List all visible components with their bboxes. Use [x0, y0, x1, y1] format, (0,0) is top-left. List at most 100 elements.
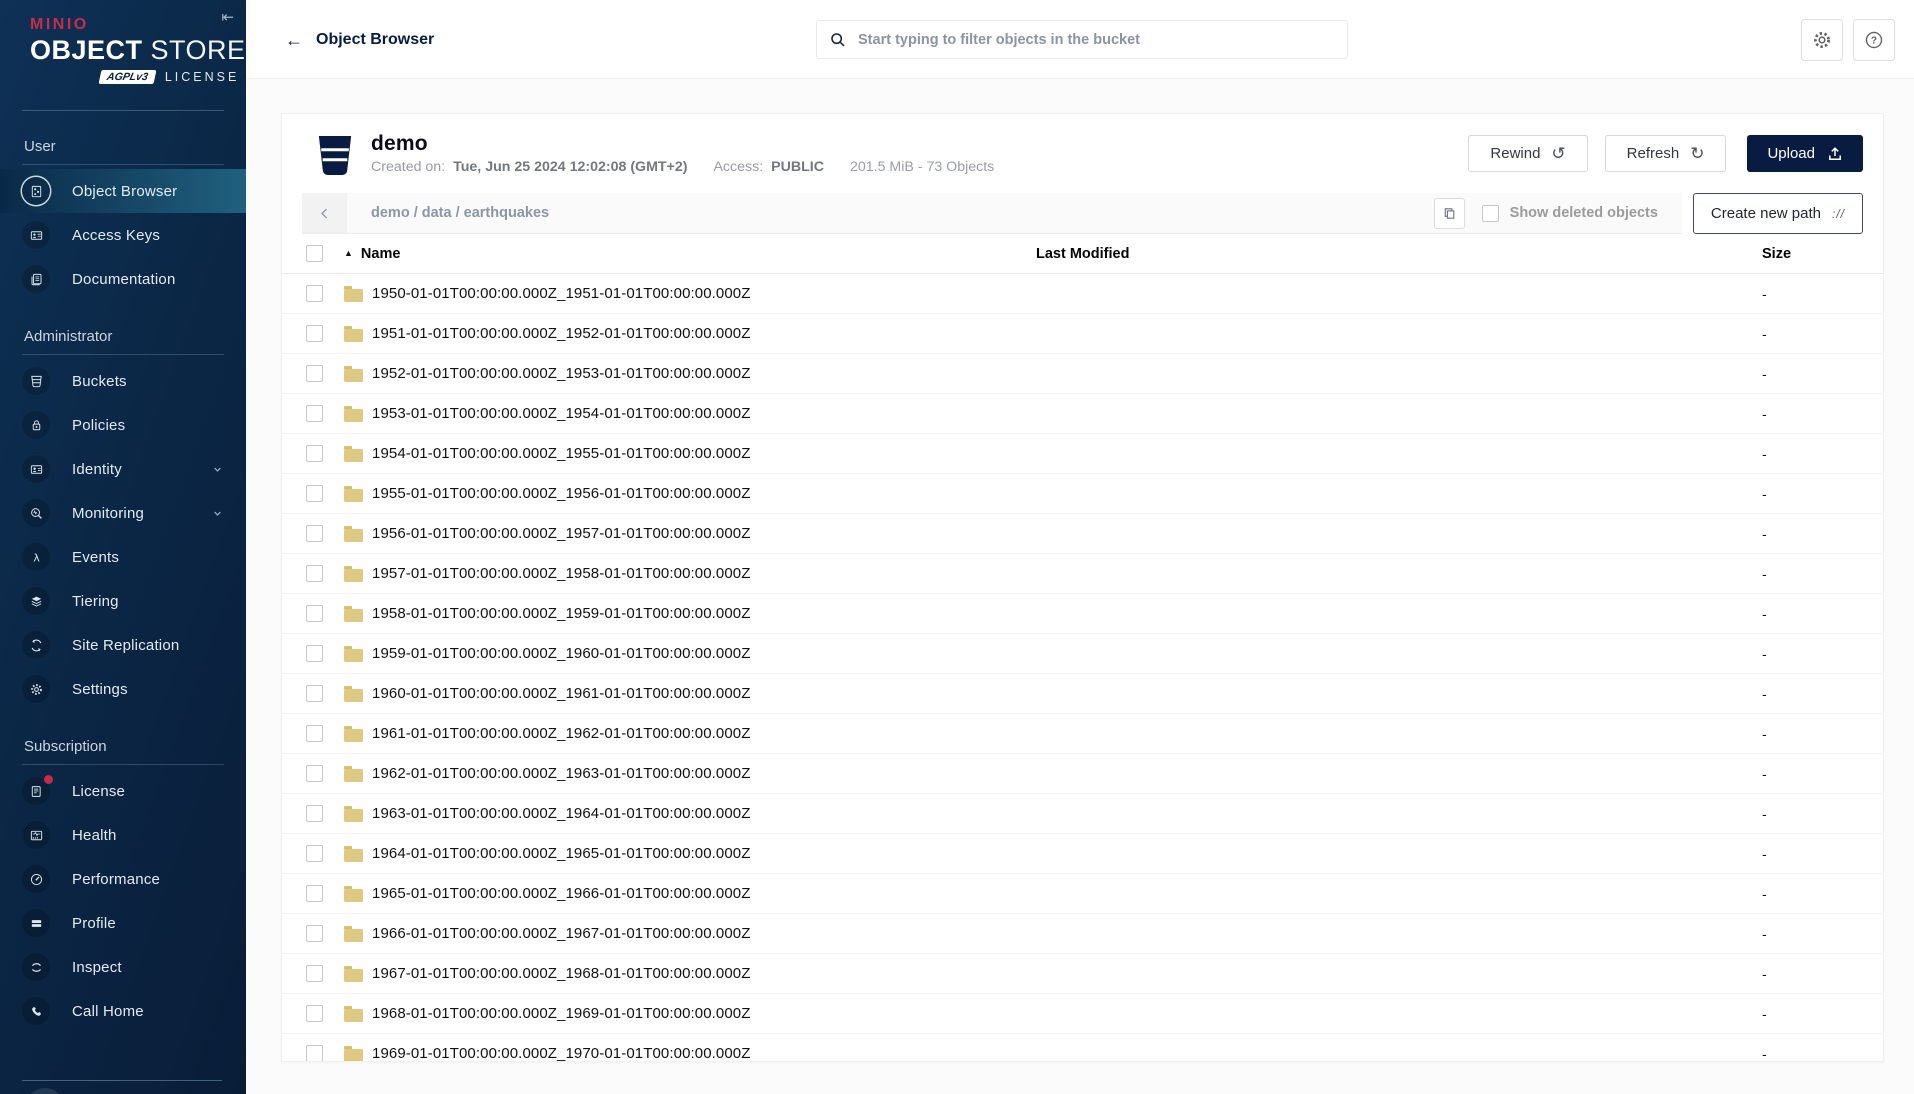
profile-icon	[22, 909, 50, 937]
row-checkbox[interactable]	[306, 1045, 323, 1062]
row-checkbox[interactable]	[306, 645, 323, 662]
refresh-button[interactable]: Refresh ↻	[1605, 135, 1727, 172]
folder-icon	[344, 409, 363, 422]
row-checkbox[interactable]	[306, 765, 323, 782]
sidebar-item-profile[interactable]: Profile	[0, 901, 246, 945]
name-column-header[interactable]: ▲ Name	[344, 246, 1036, 262]
breadcrumb[interactable]: demo / data / earthquakes	[347, 205, 1434, 221]
divider	[22, 110, 224, 111]
product-wordmark: OBJECT STORE	[30, 35, 246, 66]
row-checkbox[interactable]	[306, 285, 323, 302]
object-link[interactable]: 1962-01-01T00:00:00.000Z_1963-01-01T00:0…	[344, 765, 1036, 782]
object-link[interactable]: 1954-01-01T00:00:00.000Z_1955-01-01T00:0…	[344, 445, 1036, 462]
upload-button[interactable]: Upload	[1747, 135, 1863, 172]
object-link[interactable]: 1959-01-01T00:00:00.000Z_1960-01-01T00:0…	[344, 645, 1036, 662]
sidebar-item-license[interactable]: License	[0, 769, 246, 813]
sidebar-item-inspect[interactable]: Inspect	[0, 945, 246, 989]
sidebar-item-identity[interactable]: Identity	[0, 447, 246, 491]
divider	[22, 1080, 222, 1081]
table-row: 1951-01-01T00:00:00.000Z_1952-01-01T00:0…	[282, 314, 1883, 354]
row-checkbox[interactable]	[306, 405, 323, 422]
object-link[interactable]: 1966-01-01T00:00:00.000Z_1967-01-01T00:0…	[344, 925, 1036, 942]
sidebar-item-call-home[interactable]: Call Home	[0, 989, 246, 1033]
object-link[interactable]: 1965-01-01T00:00:00.000Z_1966-01-01T00:0…	[344, 885, 1036, 902]
object-link[interactable]: 1968-01-01T00:00:00.000Z_1969-01-01T00:0…	[344, 1005, 1036, 1022]
object-link[interactable]: 1953-01-01T00:00:00.000Z_1954-01-01T00:0…	[344, 405, 1036, 422]
sidebar-item-monitoring[interactable]: Monitoring	[0, 491, 246, 535]
bucket-usage: 201.5 MiB - 73 Objects	[850, 159, 994, 175]
row-checkbox[interactable]	[306, 965, 323, 982]
object-name: 1958-01-01T00:00:00.000Z_1959-01-01T00:0…	[372, 605, 751, 622]
sidebar-item-events[interactable]: λ Events	[0, 535, 246, 579]
object-link[interactable]: 1960-01-01T00:00:00.000Z_1961-01-01T00:0…	[344, 685, 1036, 702]
row-checkbox[interactable]	[306, 845, 323, 862]
row-checkbox[interactable]	[306, 885, 323, 902]
help-button[interactable]: ?	[1853, 19, 1895, 61]
row-checkbox[interactable]	[306, 605, 323, 622]
object-link[interactable]: 1952-01-01T00:00:00.000Z_1953-01-01T00:0…	[344, 365, 1036, 382]
row-checkbox[interactable]	[306, 805, 323, 822]
product-bold: OBJECT	[30, 35, 143, 65]
object-link[interactable]: 1950-01-01T00:00:00.000Z_1951-01-01T00:0…	[344, 285, 1036, 302]
folder-icon	[344, 1049, 363, 1062]
copy-path-button[interactable]	[1434, 198, 1465, 229]
object-size: -	[1747, 446, 1883, 462]
row-checkbox[interactable]	[306, 925, 323, 942]
access-keys-icon	[22, 221, 50, 249]
folder-icon	[344, 289, 363, 302]
sidebar-item-tiering[interactable]: Tiering	[0, 579, 246, 623]
sidebar-item-access-keys[interactable]: Access Keys	[0, 213, 246, 257]
object-link[interactable]: 1963-01-01T00:00:00.000Z_1964-01-01T00:0…	[344, 805, 1036, 822]
access-value[interactable]: PUBLIC	[771, 159, 824, 175]
row-checkbox[interactable]	[306, 445, 323, 462]
create-new-path-button[interactable]: Create new path ://	[1693, 193, 1863, 234]
object-link[interactable]: 1964-01-01T00:00:00.000Z_1965-01-01T00:0…	[344, 845, 1036, 862]
table-row: 1963-01-01T00:00:00.000Z_1964-01-01T00:0…	[282, 794, 1883, 834]
created-label: Created on:	[371, 159, 445, 175]
sidebar-item-object-browser[interactable]: Object Browser	[0, 169, 246, 213]
object-size: -	[1747, 526, 1883, 542]
back-arrow-icon[interactable]: ←	[285, 31, 303, 49]
folder-icon	[344, 929, 363, 942]
navigate-back-button[interactable]	[302, 193, 347, 233]
row-checkbox[interactable]	[306, 725, 323, 742]
object-link[interactable]: 1961-01-01T00:00:00.000Z_1962-01-01T00:0…	[344, 725, 1036, 742]
sidebar-item-health[interactable]: Health	[0, 813, 246, 857]
minio-logo: MINIO OBJECT STORE AGPLv3 LICENSE	[0, 0, 246, 84]
sidebar-item-label: Call Home	[72, 1003, 144, 1020]
sidebar-item-documentation[interactable]: Documentation	[0, 257, 246, 301]
sidebar-item-site-replication[interactable]: Site Replication	[0, 623, 246, 667]
object-link[interactable]: 1969-01-01T00:00:00.000Z_1970-01-01T00:0…	[344, 1045, 1036, 1062]
object-name: 1962-01-01T00:00:00.000Z_1963-01-01T00:0…	[372, 765, 751, 782]
show-deleted-toggle[interactable]: Show deleted objects	[1482, 205, 1658, 222]
object-link[interactable]: 1956-01-01T00:00:00.000Z_1957-01-01T00:0…	[344, 525, 1036, 542]
folder-icon	[344, 729, 363, 742]
object-link[interactable]: 1951-01-01T00:00:00.000Z_1952-01-01T00:0…	[344, 325, 1036, 342]
select-all-checkbox[interactable]	[306, 245, 323, 262]
row-checkbox[interactable]	[306, 685, 323, 702]
collapse-sidebar-icon[interactable]: ⇤	[221, 8, 234, 26]
folder-icon	[344, 889, 363, 902]
sidebar-item-buckets[interactable]: Buckets	[0, 359, 246, 403]
operator-avatar[interactable]	[25, 1088, 65, 1094]
sidebar-item-policies[interactable]: Policies	[0, 403, 246, 447]
sidebar-item-settings[interactable]: Settings	[0, 667, 246, 711]
row-checkbox[interactable]	[306, 485, 323, 502]
object-link[interactable]: 1958-01-01T00:00:00.000Z_1959-01-01T00:0…	[344, 605, 1036, 622]
svg-text:λ: λ	[33, 551, 40, 564]
show-deleted-checkbox[interactable]	[1482, 205, 1499, 222]
settings-gear-button[interactable]	[1801, 19, 1843, 61]
row-checkbox[interactable]	[306, 325, 323, 342]
object-size: -	[1747, 606, 1883, 622]
row-checkbox[interactable]	[306, 525, 323, 542]
row-checkbox[interactable]	[306, 1005, 323, 1022]
object-link[interactable]: 1955-01-01T00:00:00.000Z_1956-01-01T00:0…	[344, 485, 1036, 502]
upload-label: Upload	[1767, 145, 1815, 162]
row-checkbox[interactable]	[306, 365, 323, 382]
sidebar-item-performance[interactable]: Performance	[0, 857, 246, 901]
rewind-button[interactable]: Rewind ↺	[1468, 135, 1587, 172]
search-input[interactable]	[856, 31, 1335, 49]
row-checkbox[interactable]	[306, 565, 323, 582]
object-link[interactable]: 1957-01-01T00:00:00.000Z_1958-01-01T00:0…	[344, 565, 1036, 582]
object-link[interactable]: 1967-01-01T00:00:00.000Z_1968-01-01T00:0…	[344, 965, 1036, 982]
